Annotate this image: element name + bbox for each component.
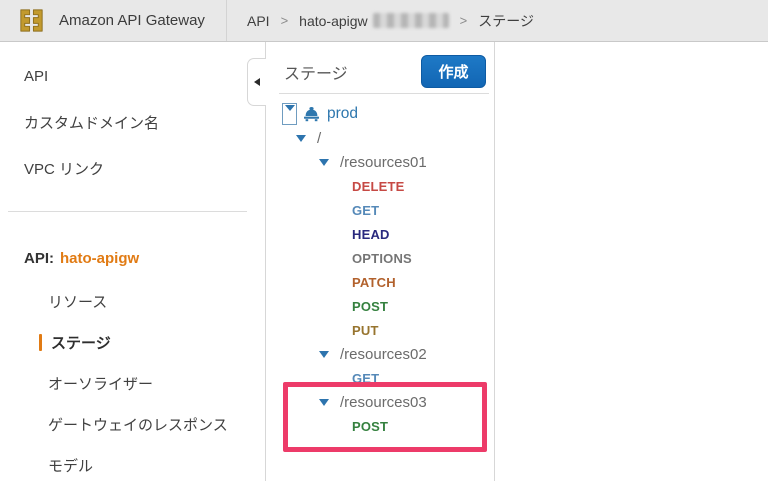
tree-method-delete-3[interactable]: DELETE (266, 174, 494, 198)
tree-method-put-9[interactable]: PUT (266, 318, 494, 342)
sidebar-item-stages[interactable]: ステージ (0, 322, 265, 363)
stage-panel: ステージ 作成 prod / /resources01 DELETE GET HEAD OP… (265, 42, 495, 481)
sidebar-item-label: ゲートウェイのレスポンス (48, 414, 228, 435)
sidebar-api-name: hato-apigw (60, 250, 139, 267)
sidebar-top-list: APIカスタムドメイン名VPC リンク (0, 42, 265, 191)
topbar-separator (226, 0, 227, 41)
method-label: PATCH (352, 275, 396, 290)
resource-label: /resources03 (340, 394, 427, 411)
tree-method-patch-7[interactable]: PATCH (266, 270, 494, 294)
method-label: POST (352, 299, 388, 314)
sidebar-item-resources[interactable]: リソース (0, 281, 265, 322)
method-label: DELETE (352, 179, 404, 194)
sidebar-item-label: モデル (48, 455, 93, 476)
resource-label: / (317, 130, 321, 147)
tree-resource-resources03[interactable]: /resources03 (266, 390, 494, 414)
sidebar-item-gateway-responses[interactable]: ゲートウェイのレスポンス (0, 404, 265, 445)
tree-method-options-6[interactable]: OPTIONS (266, 246, 494, 270)
panel-collapse-button[interactable] (247, 58, 266, 106)
sidebar-item-label: ステージ (51, 332, 111, 353)
sidebar-item-label: オーソライザー (48, 373, 153, 394)
create-stage-button[interactable]: 作成 (421, 55, 486, 88)
method-label: HEAD (352, 227, 390, 242)
method-label: GET (352, 203, 379, 218)
chevron-left-icon (254, 78, 260, 86)
redacted-api-id (373, 13, 449, 28)
stage-icon (303, 106, 320, 122)
stage-expand-toggle[interactable] (282, 103, 297, 125)
sidebar-item-vpc-links[interactable]: VPC リンク (0, 145, 265, 191)
sidebar-api-header: API: hato-apigw (0, 235, 265, 281)
tree-method-get-11[interactable]: GET (266, 366, 494, 390)
sidebar-api-label: API: (24, 250, 54, 267)
panel-title-divider (279, 93, 489, 94)
tree-resource-resources02[interactable]: /resources02 (266, 342, 494, 366)
chevron-down-icon (319, 399, 329, 406)
breadcrumb-page[interactable]: ステージ (478, 11, 534, 31)
topbar: Amazon API Gateway API > hato-apigw > ステ… (0, 0, 768, 42)
breadcrumb-chevron: > (460, 13, 468, 28)
tree-method-head-5[interactable]: HEAD (266, 222, 494, 246)
resource-label: /resources01 (340, 154, 427, 171)
tree-method-post-8[interactable]: POST (266, 294, 494, 318)
chevron-down-icon (319, 351, 329, 358)
method-label: GET (352, 371, 379, 386)
breadcrumb: API > hato-apigw > ステージ (247, 0, 534, 41)
sidebar: APIカスタムドメイン名VPC リンク API: hato-apigw リソース… (0, 42, 265, 481)
method-label: PUT (352, 323, 379, 338)
breadcrumb-api-name[interactable]: hato-apigw (299, 13, 368, 29)
sidebar-item-authorizers[interactable]: オーソライザー (0, 363, 265, 404)
method-label: POST (352, 419, 388, 434)
sidebar-item-label: リソース (48, 291, 107, 312)
tree-method-post-13[interactable]: POST (266, 414, 494, 438)
panel-title: ステージ (284, 60, 348, 84)
breadcrumb-api[interactable]: API (247, 13, 270, 29)
sidebar-item-api[interactable]: API (0, 53, 265, 99)
resource-label: /resources02 (340, 346, 427, 363)
selected-indicator (39, 334, 42, 351)
tree-resource-root[interactable]: / (266, 126, 494, 150)
tree-stage-prod[interactable]: prod (266, 102, 494, 126)
sidebar-item-custom-domain-names[interactable]: カスタムドメイン名 (0, 99, 265, 145)
sidebar-api-list: リソースステージオーソライザーゲートウェイのレスポンスモデル (0, 281, 265, 486)
chevron-down-icon (319, 159, 329, 166)
api-gateway-logo-icon (16, 5, 47, 36)
sidebar-divider (8, 211, 247, 212)
chevron-down-icon (296, 135, 306, 142)
stage-label: prod (327, 105, 358, 123)
sidebar-item-models[interactable]: モデル (0, 445, 265, 486)
service-title: Amazon API Gateway (59, 0, 205, 41)
stage-tree: prod / /resources01 DELETE GET HEAD OPTIONS PAT… (266, 102, 494, 438)
tree-resource-resources01[interactable]: /resources01 (266, 150, 494, 174)
tree-method-get-4[interactable]: GET (266, 198, 494, 222)
breadcrumb-chevron: > (281, 13, 289, 28)
chevron-down-icon (285, 105, 295, 111)
method-label: OPTIONS (352, 251, 412, 266)
